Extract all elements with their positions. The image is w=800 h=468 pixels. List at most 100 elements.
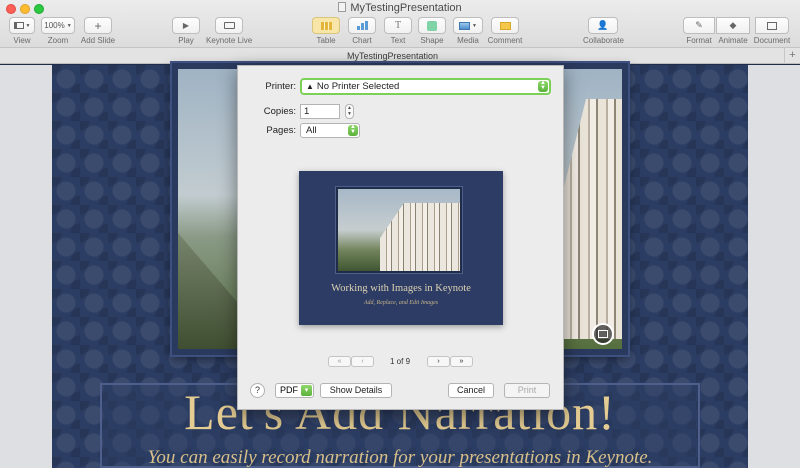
play-label: Play [178,36,194,45]
pages-value: All [306,125,317,136]
text-label: Text [390,36,406,45]
format-button[interactable]: ✎ [683,17,715,34]
preview-town [380,203,460,271]
comment-button[interactable] [491,17,519,34]
toolbar-chart[interactable]: Chart [348,17,376,45]
pages-select[interactable]: All ▲ ▼ [300,123,360,138]
photo-hillside [178,233,238,349]
zoom-value: 100% [44,21,65,30]
toolbar-keynote-live[interactable]: Keynote Live [206,17,252,45]
select-arrows-icon: ▲ ▼ [348,124,358,136]
collaborate-button[interactable]: 👤 [588,17,618,34]
chevron-down-icon: ▼ [472,22,477,29]
chevron-down-icon: ▼ [25,22,31,29]
table-icon [320,21,332,30]
shape-label: Shape [420,36,444,45]
next-page-button[interactable]: › [427,356,450,367]
copies-label: Copies: [263,106,296,117]
printer-label: Printer: [265,81,296,92]
play-button[interactable]: ▶ [172,17,200,34]
chevron-down-icon: ▼ [66,22,72,29]
toolbar-zoom[interactable]: 100% ▼ Zoom [41,17,75,45]
pdf-menu-button[interactable]: PDF ▾ [275,383,314,398]
toolbar-table[interactable]: Table [312,17,340,45]
select-arrows-icon: ▲ ▼ [538,80,548,92]
add-slide-button[interactable]: + [84,17,112,34]
print-dialog: Printer: ▲ No Printer Selected ▲ ▼ Copies:… [237,65,564,410]
preview-photo [335,186,463,274]
toolbar-format[interactable]: ✎ Format [683,17,715,45]
toolbar-collaborate[interactable]: 👤 Collaborate [583,17,624,45]
new-tab-button[interactable]: + [784,48,800,64]
text-icon: T [394,20,402,31]
toolbar-comment[interactable]: Comment [487,17,523,45]
document-icon [338,2,347,12]
view-label: View [13,36,31,45]
collaborate-icon: 👤 [597,20,609,30]
keynote-live-button[interactable] [215,17,243,34]
toolbar-media[interactable]: ▼ Media [453,17,483,45]
copies-row: Copies: 1 ▲ ▼ [248,104,354,119]
comment-icon [499,21,511,30]
toolbar-view[interactable]: ▼ View [8,17,36,45]
toolbar-text[interactable]: T Text [384,17,412,45]
copies-stepper[interactable]: ▲ ▼ [345,104,354,119]
tab-presentation[interactable]: MyTestingPresentation [0,48,785,64]
chart-button[interactable] [348,17,376,34]
chart-icon [356,21,368,30]
preview-title: Working with Images in Keynote [331,283,471,294]
printer-row: Printer: ▲ No Printer Selected ▲ ▼ [248,78,551,95]
preview-subtitle: Add, Replace, and Edit Images [363,300,439,306]
window-titlebar: MyTestingPresentation ▼ View 100% ▼ Zoom… [0,0,800,48]
media-label: Media [457,36,479,45]
media-icon [459,21,471,30]
play-icon: ▶ [182,21,190,30]
comment-label: Comment [487,36,523,45]
plus-icon: + [94,18,102,33]
toolbar-add-slide[interactable]: + Add Slide [80,17,116,45]
cancel-button[interactable]: Cancel [448,383,494,398]
sidebar-icon [13,22,24,29]
preview-pager: « ‹ 1 of 9 › » [328,356,478,368]
keynote-live-icon [223,22,235,29]
zoom-select[interactable]: 100% ▼ [41,17,75,34]
image-placeholder-icon[interactable] [592,323,614,345]
keynote-live-label: Keynote Live [206,36,253,45]
chevron-down-icon: ▾ [301,385,312,396]
show-details-button[interactable]: Show Details [320,383,392,398]
paintbrush-icon: ✎ [695,20,703,30]
media-button[interactable]: ▼ [453,17,483,34]
pages-label: Pages: [266,125,296,136]
animate-button[interactable]: ◆ [716,17,750,34]
toolbar-animate[interactable]: ◆ Animate [716,17,750,45]
pdf-label: PDF [280,385,298,395]
document-button[interactable] [755,17,789,34]
copies-field[interactable]: 1 [300,104,340,119]
first-page-button[interactable]: « [328,356,351,367]
collaborate-label: Collaborate [583,36,624,45]
previous-page-button[interactable]: ‹ [351,356,374,367]
slide-subtitle[interactable]: You can easily record narration for your… [52,447,748,468]
animate-icon: ◆ [729,20,737,30]
toolbar-shape[interactable]: Shape [418,17,446,45]
toolbar-play[interactable]: ▶ Play [172,17,200,45]
table-label: Table [316,36,336,45]
printer-select[interactable]: ▲ No Printer Selected ▲ ▼ [300,78,551,95]
shape-button[interactable] [418,17,446,34]
view-button[interactable]: ▼ [9,17,35,34]
print-preview: Working with Images in Keynote Add, Repl… [299,171,503,325]
page-indicator: 1 of 9 [390,357,411,366]
zoom-label: Zoom [47,36,69,45]
help-button[interactable]: ? [250,383,265,398]
text-button[interactable]: T [384,17,412,34]
warning-icon: ▲ [306,82,314,91]
table-button[interactable] [312,17,340,34]
chart-label: Chart [352,36,372,45]
pages-row: Pages: All ▲ ▼ [248,123,360,138]
print-button[interactable]: Print [504,383,550,398]
toolbar-document[interactable]: Document [751,17,793,45]
window-title: MyTestingPresentation [0,2,800,15]
photo-town [562,99,622,339]
add-slide-label: Add Slide [80,36,116,45]
last-page-button[interactable]: » [450,356,473,367]
